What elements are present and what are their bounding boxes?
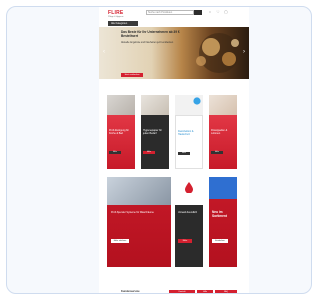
product-title: Profi-Reinigung für Küche & Bad (109, 129, 129, 135)
promo-card[interactable]: Neu im Sortiment Entdecken (209, 177, 237, 267)
product-image (209, 95, 237, 115)
hero-subtitle: Aktuelle Angebote und Neuheiten jetzt en… (121, 41, 174, 45)
hero-banner: Das Beste für Ihr Unternehmen ab 39 € Be… (99, 27, 249, 79)
preview-card: FLIRE Pflege & Hygiene Suche nach Produk… (6, 6, 312, 294)
promo-image (209, 177, 237, 199)
product-title: Flüssigseifen & Lotionen (211, 129, 228, 135)
brand-tagline: Pflege & Hygiene (108, 16, 124, 18)
promo-title: Umwelt-freundlich (178, 211, 198, 214)
product-image (141, 95, 169, 115)
product-title: Desinfektion & Hautschutz (178, 130, 194, 136)
webpage-preview: FLIRE Pflege & Hygiene Suche nach Produk… (99, 7, 249, 293)
footer-tab[interactable]: FAQ (215, 290, 237, 293)
product-card[interactable]: Desinfektion & Hautschutz Mehr (175, 95, 203, 169)
chevron-left-icon[interactable]: ‹ (101, 48, 107, 56)
product-button[interactable]: Mehr (211, 151, 223, 154)
promo-title: Profi-Spender Systeme für Waschräume (111, 211, 154, 214)
footer-label: Kundenservice (121, 290, 140, 293)
footer-strip: Kundenservice Kontakt Hilfe FAQ (99, 289, 249, 293)
promo-button[interactable]: Mehr erfahren (111, 239, 129, 243)
promo-image (107, 177, 171, 205)
product-button[interactable]: Mehr (178, 152, 190, 155)
badge-icon (193, 97, 201, 105)
product-card[interactable]: Flüssigseifen & Lotionen Mehr (209, 95, 237, 169)
product-card[interactable]: Profi-Reinigung für Küche & Bad Mehr (107, 95, 135, 169)
product-image (107, 95, 135, 115)
hero-title: Das Beste für Ihr Unternehmen ab 39 € Be… (121, 30, 180, 38)
promo-button[interactable]: Entdecken (212, 239, 228, 243)
cart-icon[interactable]: ▢ (224, 10, 228, 14)
search-input[interactable]: Suche nach Produkten (146, 10, 194, 15)
chevron-right-icon[interactable]: › (241, 48, 247, 56)
product-title: Hygienepapier für jeden Bedarf (143, 129, 162, 135)
user-icon[interactable]: ○ (208, 10, 212, 14)
promo-title: Neu im Sortiment (212, 210, 227, 218)
main-nav: Alle Kategorien (99, 21, 249, 26)
hero-cta-button[interactable]: Jetzt entdecken (121, 73, 143, 77)
heart-icon[interactable]: ♡ (216, 10, 220, 14)
product-card[interactable]: Hygienepapier für jeden Bedarf Mehr (141, 95, 169, 169)
site-header: FLIRE Pflege & Hygiene Suche nach Produk… (99, 7, 249, 21)
hero-text: Das Beste für Ihr Unternehmen ab 39 € Be… (121, 30, 181, 45)
footer-tab[interactable]: Kontakt (169, 290, 195, 293)
product-button[interactable]: Mehr (143, 151, 155, 154)
promo-button[interactable]: Mehr (178, 239, 192, 243)
product-button[interactable]: Mehr (109, 151, 121, 154)
promo-card[interactable]: Umwelt-freundlich Mehr (175, 177, 203, 267)
search-button[interactable] (194, 10, 202, 15)
drop-icon (185, 182, 193, 193)
promo-card[interactable]: Profi-Spender Systeme für Waschräume Meh… (107, 177, 171, 267)
categories-button[interactable]: Alle Kategorien (108, 21, 138, 26)
footer-tab[interactable]: Hilfe (197, 290, 213, 293)
watch-parts-image (196, 33, 239, 73)
